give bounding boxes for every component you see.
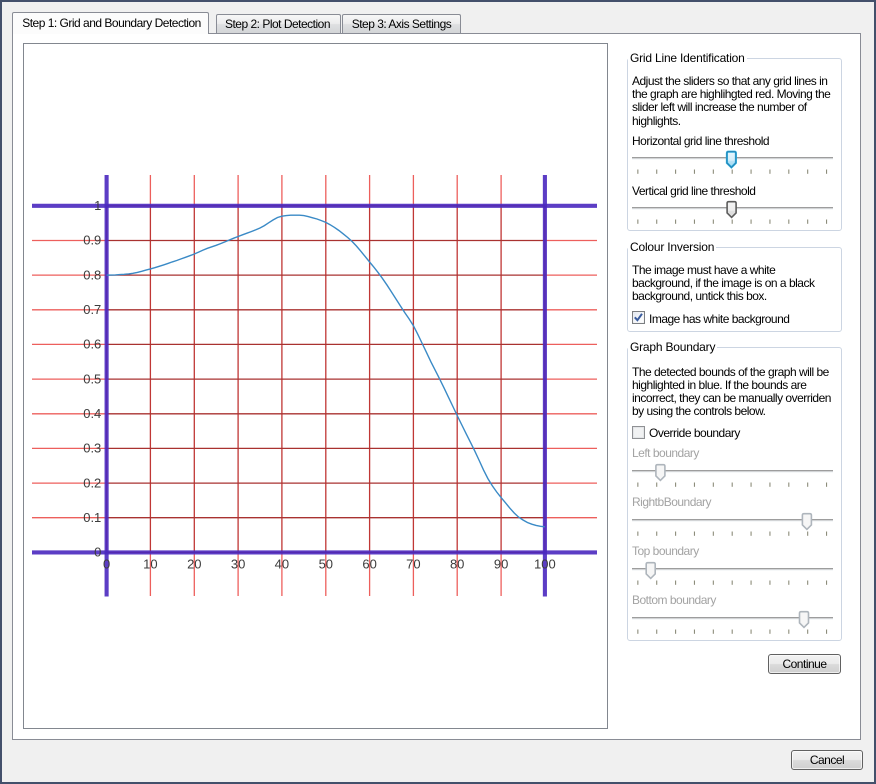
svg-text:80: 80 [450,557,464,572]
svg-text:20: 20 [187,557,201,572]
svg-text:30: 30 [231,557,245,572]
svg-text:70: 70 [406,557,420,572]
svg-text:0: 0 [103,557,110,572]
svg-text:50: 50 [319,557,333,572]
svg-text:0.8: 0.8 [83,267,101,282]
svg-text:0.3: 0.3 [83,441,101,456]
svg-text:0.5: 0.5 [83,371,101,386]
svg-text:90: 90 [494,557,508,572]
svg-text:0.1: 0.1 [83,510,101,525]
svg-text:0: 0 [94,544,101,559]
svg-text:0.2: 0.2 [83,475,101,490]
svg-text:100: 100 [534,557,556,572]
svg-text:40: 40 [275,557,289,572]
svg-text:60: 60 [362,557,376,572]
svg-text:0.9: 0.9 [83,233,101,248]
svg-text:10: 10 [143,557,157,572]
svg-text:0.7: 0.7 [83,302,101,317]
svg-text:0.4: 0.4 [83,406,101,421]
svg-text:1: 1 [94,198,101,213]
svg-text:0.6: 0.6 [83,337,101,352]
